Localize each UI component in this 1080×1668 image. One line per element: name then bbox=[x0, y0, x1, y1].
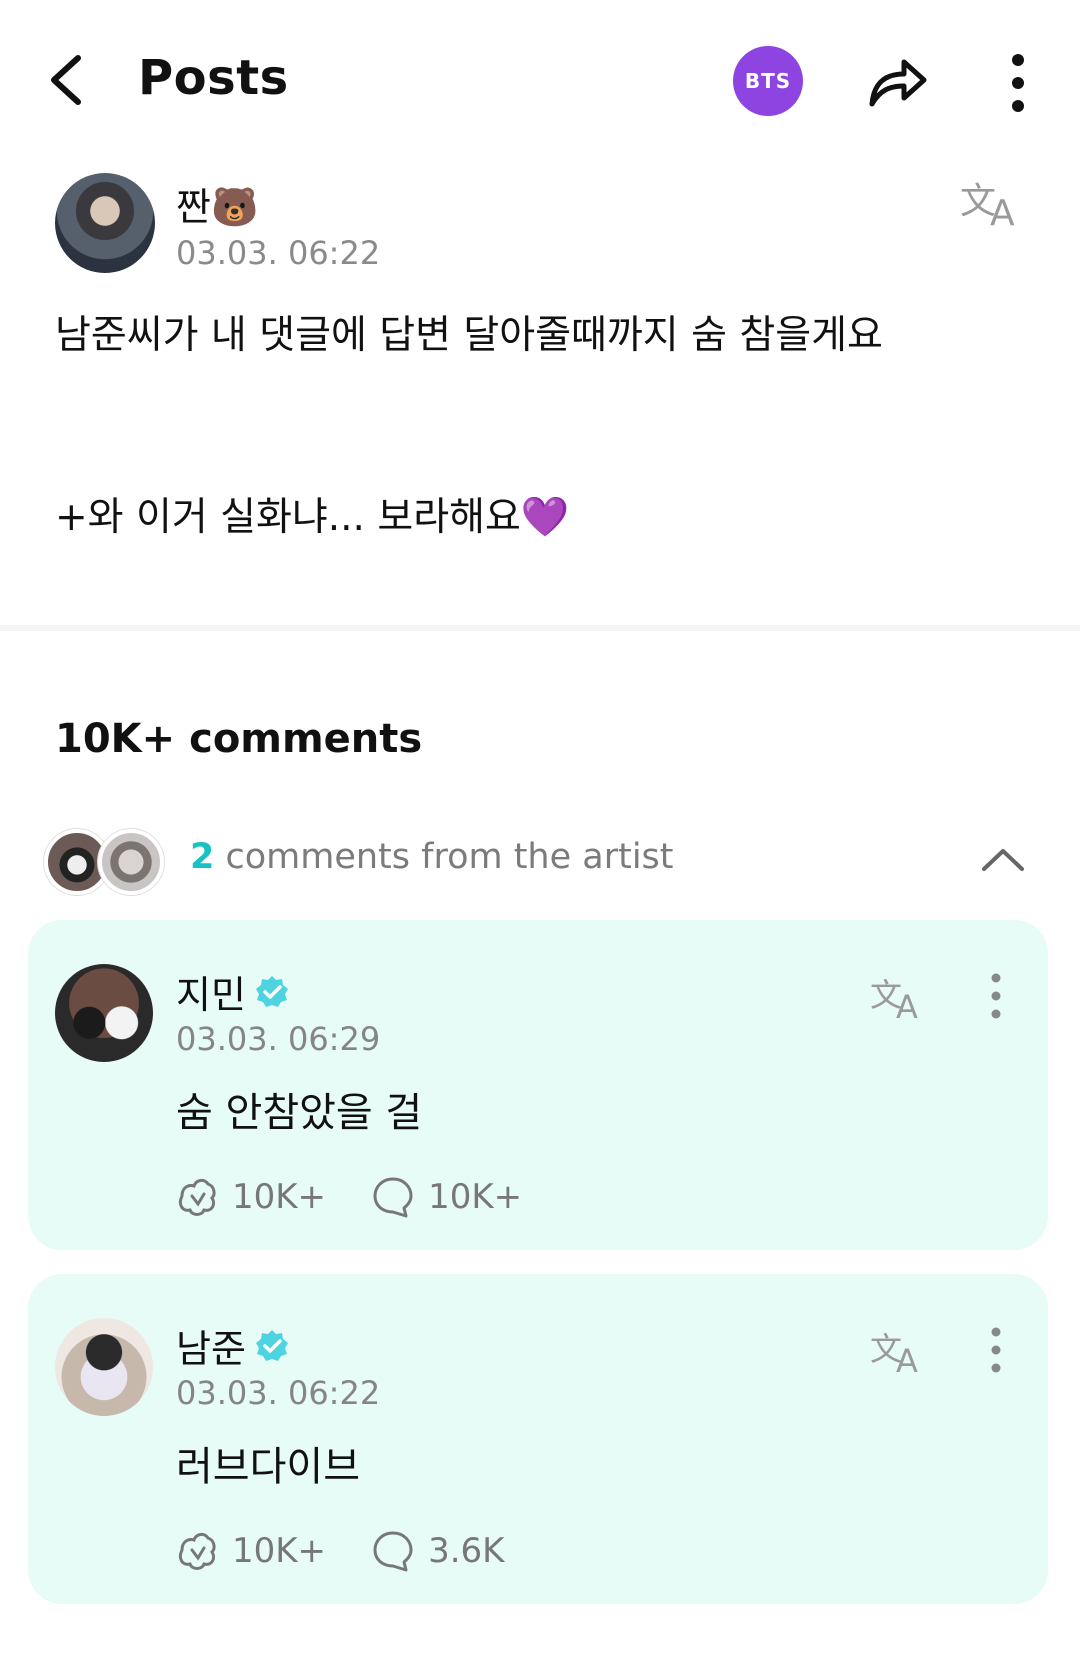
post-timestamp: 03.03. 06:22 bbox=[176, 234, 381, 272]
like-count: 10K+ bbox=[232, 1531, 327, 1571]
collapse-button[interactable] bbox=[978, 839, 1028, 879]
comment-icon bbox=[373, 1177, 413, 1218]
artist-comments-label: 2 comments from the artist bbox=[190, 837, 674, 877]
comment-icon bbox=[373, 1531, 413, 1572]
translate-icon: 文 A bbox=[870, 1330, 918, 1380]
artist-comment-card: 지민 03.03. 06:29 숨 안참았을 걸 文 A 10K+ 10K+ bbox=[28, 920, 1048, 1250]
commenter-name[interactable]: 남준 bbox=[176, 1318, 290, 1373]
page-title: Posts bbox=[138, 50, 289, 106]
comments-count: 10K+ comments bbox=[55, 716, 423, 762]
commenter-avatar[interactable] bbox=[55, 964, 153, 1062]
comment-more-button[interactable] bbox=[988, 972, 1004, 1020]
like-button[interactable]: 10K+ bbox=[174, 1528, 326, 1574]
reply-button[interactable]: 3.6K bbox=[370, 1528, 504, 1574]
like-icon bbox=[178, 1178, 216, 1216]
comment-actions: 10K+ 3.6K bbox=[174, 1528, 548, 1574]
comment-translate-button[interactable]: 文 A bbox=[870, 972, 930, 1026]
comment-actions: 10K+ 10K+ bbox=[174, 1174, 566, 1220]
like-icon bbox=[178, 1532, 216, 1570]
artist-comment-card: 남준 03.03. 06:22 러브다이브 文 A 10K+ 3.6K bbox=[28, 1274, 1048, 1604]
post-text-line-1: 남준씨가 내 댓글에 답변 달아줄때까지 숨 참을게요 bbox=[55, 313, 883, 358]
community-badge[interactable]: BTS bbox=[733, 46, 803, 116]
like-count: 10K+ bbox=[232, 1177, 327, 1217]
commenter-name[interactable]: 지민 bbox=[176, 964, 290, 1019]
reply-button[interactable]: 10K+ bbox=[370, 1174, 522, 1220]
comment-translate-button[interactable]: 文 A bbox=[870, 1326, 930, 1380]
share-icon bbox=[869, 59, 927, 107]
artist-comments-toggle[interactable]: 2 comments from the artist bbox=[44, 825, 1044, 901]
top-bar: Posts BTS bbox=[0, 0, 1080, 160]
artist-comment-text: comments from the artist bbox=[214, 837, 674, 877]
author-avatar[interactable] bbox=[55, 173, 155, 273]
comment-text: 러브다이브 bbox=[176, 1444, 360, 1490]
author-name[interactable]: 짠🐻 bbox=[176, 176, 258, 231]
svg-text:A: A bbox=[896, 988, 918, 1022]
share-button[interactable] bbox=[862, 46, 932, 116]
reply-count: 3.6K bbox=[428, 1531, 505, 1571]
verified-icon bbox=[255, 975, 288, 1007]
svg-text:A: A bbox=[896, 1342, 918, 1376]
commenter-avatar[interactable] bbox=[55, 1318, 153, 1416]
translate-button[interactable]: 文 A bbox=[960, 175, 1028, 234]
verified-icon bbox=[255, 1329, 288, 1361]
comment-timestamp: 03.03. 06:29 bbox=[176, 1020, 381, 1058]
section-divider bbox=[0, 625, 1080, 631]
translate-icon: 文 A bbox=[870, 976, 918, 1026]
post-text-line-2: +와 이거 실화냐... 보라해요💜 bbox=[55, 495, 570, 540]
svg-text:A: A bbox=[990, 193, 1015, 231]
like-button[interactable]: 10K+ bbox=[174, 1174, 326, 1220]
post-body: 남준씨가 내 댓글에 답변 달아줄때까지 숨 참을게요 bbox=[55, 306, 1035, 366]
chevron-up-icon bbox=[982, 849, 1024, 871]
comment-timestamp: 03.03. 06:22 bbox=[176, 1374, 381, 1412]
more-vertical-icon bbox=[1012, 54, 1024, 112]
more-vertical-icon bbox=[991, 973, 1001, 1019]
comment-more-button[interactable] bbox=[988, 1326, 1004, 1374]
reply-count: 10K+ bbox=[428, 1177, 523, 1217]
translate-icon: 文 A bbox=[960, 181, 1015, 234]
back-arrow-icon bbox=[51, 55, 81, 105]
commenter-name-text: 지민 bbox=[176, 973, 246, 1017]
more-options-button[interactable] bbox=[998, 50, 1038, 116]
artist-avatar-2 bbox=[98, 829, 164, 895]
commenter-name-text: 남준 bbox=[176, 1327, 246, 1371]
comment-text: 숨 안참았을 걸 bbox=[176, 1090, 423, 1136]
artist-comment-count: 2 bbox=[190, 837, 215, 877]
back-button[interactable] bbox=[44, 48, 92, 112]
more-vertical-icon bbox=[991, 1327, 1001, 1373]
